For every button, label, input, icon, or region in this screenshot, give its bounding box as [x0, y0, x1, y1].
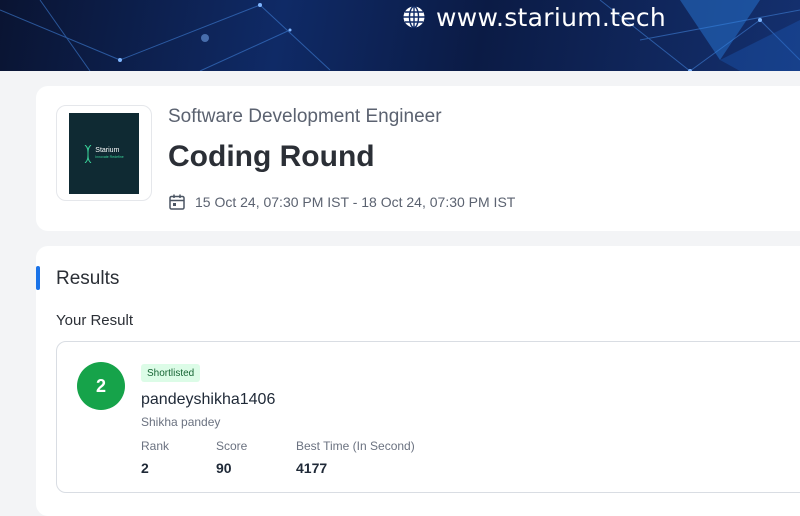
stat-value: 2: [141, 460, 149, 476]
stat-value: 90: [216, 460, 232, 476]
stat-label: Best Time (In Second): [296, 439, 415, 453]
job-role: Software Development Engineer: [168, 106, 442, 127]
stat-score: Score 90: [216, 439, 247, 476]
company-logo: Starium Innovate Redefine: [56, 105, 152, 201]
username: pandeyshikha1406: [141, 391, 276, 408]
stat-rank: Rank 2: [141, 439, 169, 476]
page-title: Coding Round: [168, 140, 375, 173]
assessment-header-card: Starium Innovate Redefine Software Devel…: [36, 86, 800, 231]
calendar-icon: [169, 194, 185, 210]
site-url[interactable]: www.starium.tech: [402, 2, 667, 32]
your-result-label: Your Result: [56, 312, 133, 329]
stat-label: Rank: [141, 439, 170, 453]
full-name: Shikha pandey: [141, 415, 221, 429]
logo-mark: Starium Innovate Redefine: [69, 113, 139, 194]
date-range-text: 15 Oct 24, 07:30 PM IST - 18 Oct 24, 07:…: [195, 194, 516, 210]
dna-icon: [84, 144, 92, 163]
result-entry-card[interactable]: 2 Shortlisted pandeyshikha1406 Shikha pa…: [56, 341, 800, 493]
logo-name: Starium: [95, 147, 120, 154]
top-banner: www.starium.tech: [0, 0, 800, 71]
logo-tagline: Innovate Redefine: [95, 155, 124, 159]
site-url-text: www.starium.tech: [436, 2, 667, 32]
rank-badge: 2: [77, 362, 125, 410]
status-badge: Shortlisted: [141, 364, 201, 382]
results-heading: Results: [56, 268, 120, 289]
section-accent-bar: [36, 266, 40, 290]
results-card: Results Your Result 2 Shortlisted pandey…: [36, 246, 800, 516]
stat-best-time: Best Time (In Second) 4177: [296, 439, 415, 476]
date-range: 15 Oct 24, 07:30 PM IST - 18 Oct 24, 07:…: [168, 193, 515, 211]
stat-label: Score: [216, 439, 248, 453]
globe-icon: [403, 5, 425, 29]
network-graphic: [0, 0, 800, 71]
stat-value: 4177: [296, 460, 328, 476]
